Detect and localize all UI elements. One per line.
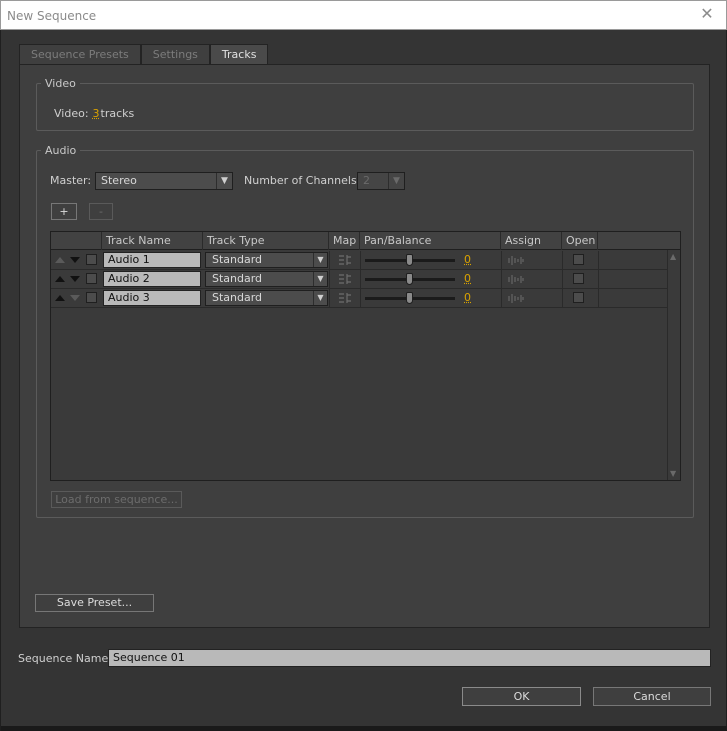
move-up-icon[interactable] xyxy=(55,295,65,301)
tracks-panel: Video Video: 3tracks Audio Master: Stereo… xyxy=(19,64,710,628)
master-value: Stereo xyxy=(101,174,137,187)
move-up-icon[interactable] xyxy=(55,257,65,263)
table-header: Track Name Track Type Map Pan/Balance As… xyxy=(51,232,680,250)
header-map[interactable]: Map xyxy=(329,232,360,250)
video-tracks-line: Video: 3tracks xyxy=(54,107,134,120)
pan-value[interactable]: 0 xyxy=(464,291,471,304)
audio-legend: Audio xyxy=(45,144,77,157)
cancel-button[interactable]: Cancel xyxy=(593,687,711,706)
load-from-sequence-button[interactable]: Load from sequence... xyxy=(51,491,182,508)
pan-slider-thumb[interactable] xyxy=(406,292,413,304)
move-down-icon[interactable] xyxy=(70,276,80,282)
video-label: Video: xyxy=(54,107,89,120)
track-type-dropdown[interactable]: Standard ▼ xyxy=(205,252,328,268)
video-legend: Video xyxy=(45,77,76,90)
open-checkbox[interactable] xyxy=(573,273,584,284)
channels-dropdown[interactable]: 2 ▼ xyxy=(357,172,405,190)
header-assign[interactable]: Assign xyxy=(501,232,562,250)
track-select-checkbox[interactable] xyxy=(86,273,97,284)
track-type-dropdown[interactable]: Standard ▼ xyxy=(205,271,328,287)
scroll-down-icon[interactable]: ▼ xyxy=(670,469,676,478)
header-filler xyxy=(598,232,680,250)
assign-icon[interactable] xyxy=(508,274,524,285)
track-name-field[interactable]: Audio 2 xyxy=(103,271,201,287)
scroll-up-icon[interactable]: ▲ xyxy=(670,252,676,261)
map-icon[interactable] xyxy=(338,292,352,304)
add-track-button[interactable]: + xyxy=(51,203,77,220)
pan-value[interactable]: 0 xyxy=(464,253,471,266)
header-track-name[interactable]: Track Name xyxy=(102,232,203,250)
sequence-name-label: Sequence Name: xyxy=(18,652,112,665)
master-label: Master: xyxy=(50,174,92,187)
header-track-type[interactable]: Track Type xyxy=(203,232,329,250)
track-name-field[interactable]: Audio 3 xyxy=(103,290,201,306)
video-track-unit: tracks xyxy=(100,107,135,120)
track-type-dropdown[interactable]: Standard ▼ xyxy=(205,290,328,306)
video-group: Video Video: 3tracks xyxy=(36,77,694,131)
window-title: New Sequence xyxy=(7,9,97,23)
header-controls xyxy=(51,232,102,250)
sequence-name-input[interactable]: Sequence 01 xyxy=(108,649,711,667)
track-type-value: Standard xyxy=(212,291,263,304)
audio-group: Audio Master: Stereo ▼ Number of Channel… xyxy=(36,144,694,518)
open-checkbox[interactable] xyxy=(573,292,584,303)
title-bar: New Sequence ✕ xyxy=(0,0,727,30)
chevron-down-icon: ▼ xyxy=(216,173,232,189)
move-up-icon[interactable] xyxy=(55,276,65,282)
ok-button[interactable]: OK xyxy=(462,687,581,706)
map-icon[interactable] xyxy=(338,273,352,285)
move-down-icon[interactable] xyxy=(70,295,80,301)
chevron-down-icon: ▼ xyxy=(313,291,327,305)
pan-value[interactable]: 0 xyxy=(464,272,471,285)
pan-slider-thumb[interactable] xyxy=(406,273,413,285)
vertical-scrollbar[interactable]: ▲ ▼ xyxy=(667,250,680,480)
map-icon[interactable] xyxy=(338,254,352,266)
tab-sequence-presets[interactable]: Sequence Presets xyxy=(19,44,141,64)
move-down-icon[interactable] xyxy=(70,257,80,263)
chevron-down-icon: ▼ xyxy=(388,173,404,189)
header-pan-balance[interactable]: Pan/Balance xyxy=(360,232,501,250)
track-name-field[interactable]: Audio 1 xyxy=(103,252,201,268)
open-checkbox[interactable] xyxy=(573,254,584,265)
assign-icon[interactable] xyxy=(508,293,524,304)
master-dropdown[interactable]: Stereo ▼ xyxy=(95,172,233,190)
track-select-checkbox[interactable] xyxy=(86,292,97,303)
dialog-body: Sequence Presets Settings Tracks Video V… xyxy=(0,30,727,731)
save-preset-button[interactable]: Save Preset... xyxy=(35,594,154,612)
channels-label: Number of Channels: xyxy=(244,174,361,187)
track-type-value: Standard xyxy=(212,272,263,285)
channels-value: 2 xyxy=(363,174,370,187)
remove-track-button[interactable]: - xyxy=(89,203,113,220)
bottom-edge xyxy=(1,726,727,731)
tab-bar: Sequence Presets Settings Tracks xyxy=(19,44,269,65)
chevron-down-icon: ▼ xyxy=(313,272,327,286)
close-icon[interactable]: ✕ xyxy=(698,5,716,23)
track-select-checkbox[interactable] xyxy=(86,254,97,265)
header-open[interactable]: Open xyxy=(562,232,598,250)
pan-slider-thumb[interactable] xyxy=(406,254,413,266)
track-type-value: Standard xyxy=(212,253,263,266)
tab-tracks[interactable]: Tracks xyxy=(209,44,269,65)
audio-track-table: Track Name Track Type Map Pan/Balance As… xyxy=(50,231,681,481)
assign-icon[interactable] xyxy=(508,255,524,266)
tab-settings[interactable]: Settings xyxy=(140,44,210,64)
chevron-down-icon: ▼ xyxy=(313,253,327,267)
table-row[interactable]: Audio 2 Standard ▼ 0 xyxy=(51,270,667,289)
table-row[interactable]: Audio 3 Standard ▼ 0 xyxy=(51,289,667,308)
video-track-count[interactable]: 3 xyxy=(93,107,100,120)
table-row[interactable]: Audio 1 Standard ▼ 0 xyxy=(51,251,667,270)
